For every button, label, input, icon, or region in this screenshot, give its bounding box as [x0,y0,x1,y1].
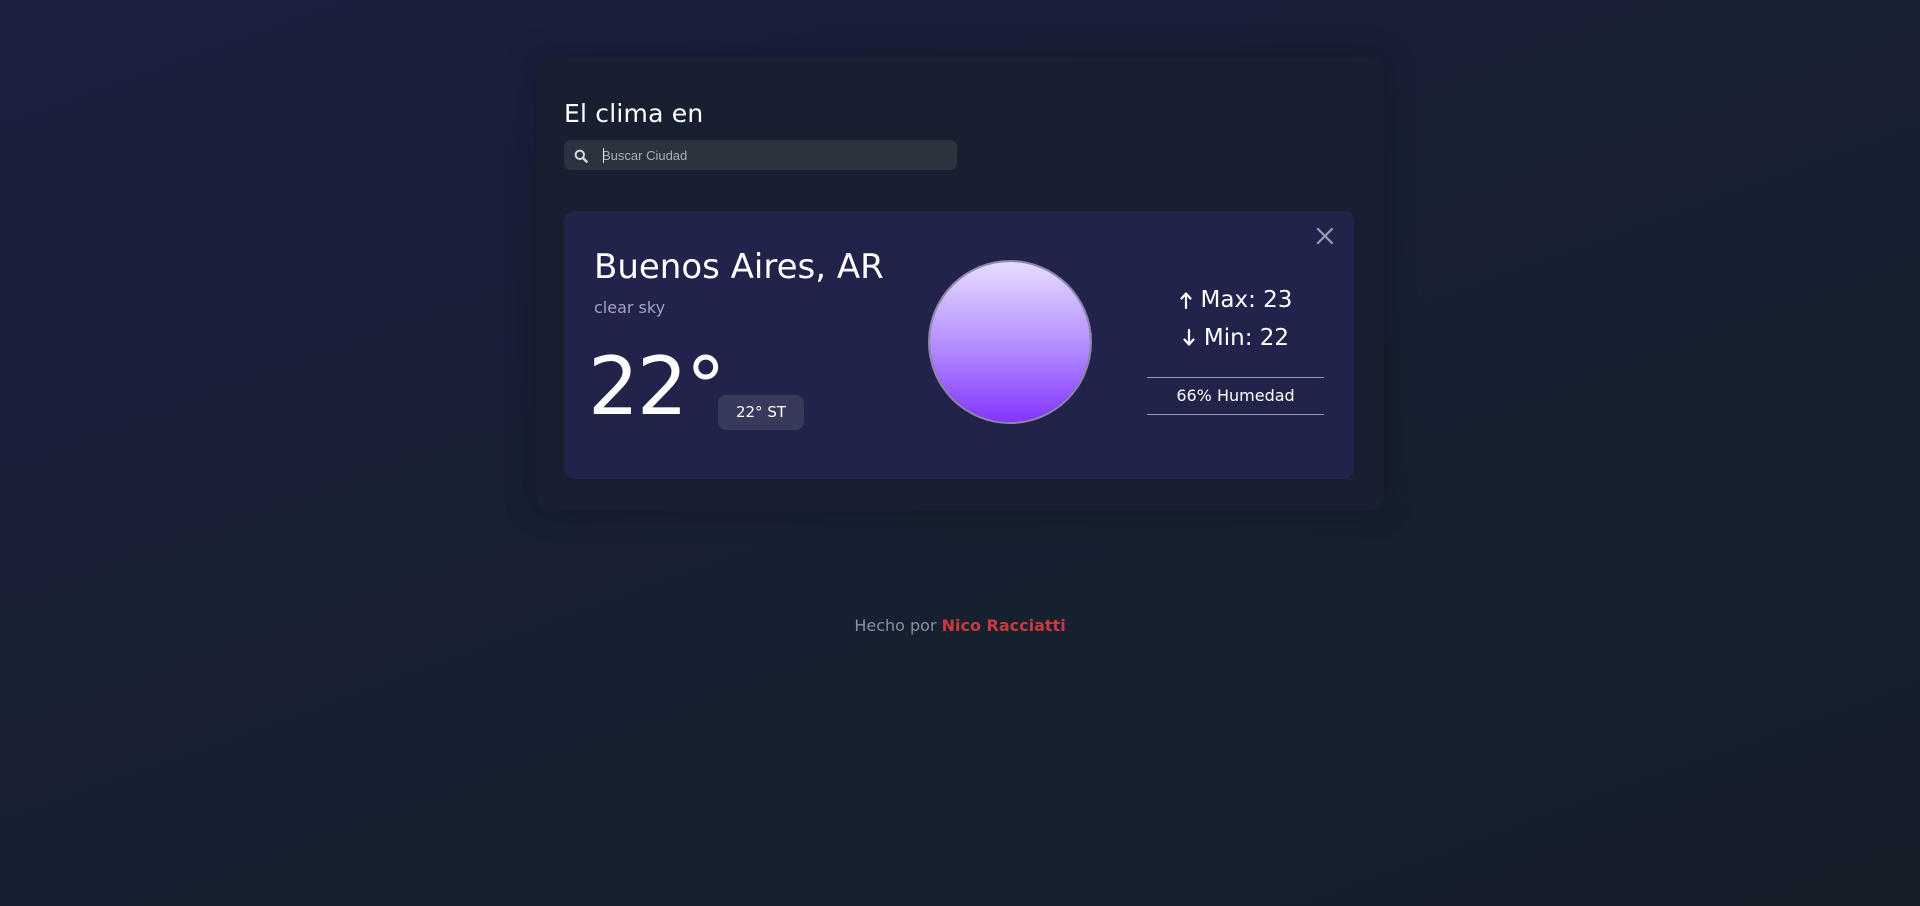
arrow-up-icon [1179,290,1193,310]
temperature-stats: Max: 23 Min: 22 66% Humedad [1147,281,1324,415]
arrow-down-icon [1182,328,1196,348]
weather-card: Buenos Aires, AR clear sky 22° 22° ST Ma… [564,211,1354,479]
footer-prefix: Hecho por [854,616,942,635]
current-temperature: 22° [588,340,726,433]
min-temperature: Min: 22 [1147,319,1324,357]
footer: Hecho por Nico Racciatti [0,616,1920,635]
max-temperature-label: Max: 23 [1200,287,1293,313]
page-title: El clima en [564,99,704,128]
humidity: 66% Humedad [1147,377,1324,415]
text-cursor [603,148,604,163]
search-icon [574,148,588,163]
search-input[interactable] [602,140,947,170]
city-name: Buenos Aires, AR [594,247,884,287]
author-link[interactable]: Nico Racciatti [942,616,1066,635]
min-temperature-label: Min: 22 [1203,325,1290,351]
feels-like-badge: 22° ST [718,395,804,430]
weather-panel: El clima en Buenos Aires, AR clear sky 2… [536,57,1384,510]
close-icon[interactable] [1314,225,1336,247]
max-temperature: Max: 23 [1147,281,1324,319]
clear-sky-sun-icon [930,262,1090,422]
weather-description: clear sky [594,298,666,317]
search-bar[interactable] [564,140,957,170]
